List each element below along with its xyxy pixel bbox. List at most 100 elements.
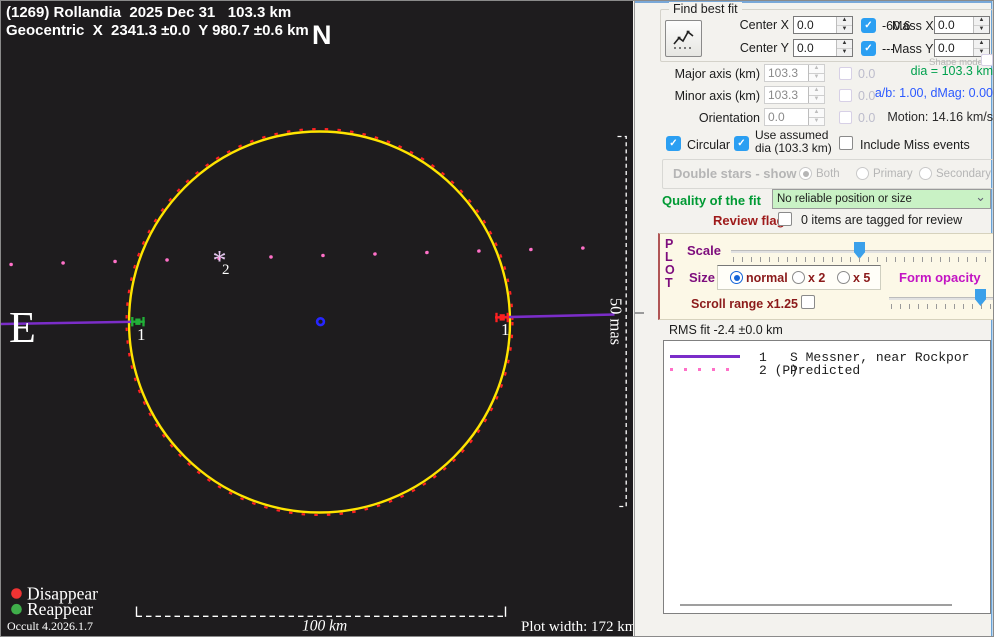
orientation-label: Orientation bbox=[698, 111, 760, 125]
center-x-spinner[interactable]: 0.0 ▲ ▼ bbox=[793, 16, 853, 34]
mass-x-spinner[interactable]: 0.0 ▲ ▼ bbox=[934, 16, 990, 34]
plot-letter-t: T bbox=[665, 276, 673, 290]
spin-down-icon[interactable]: ▼ bbox=[974, 24, 989, 33]
size-x2-radio[interactable] bbox=[792, 271, 805, 284]
use-assumed-dia-label: Use assumed dia (103.3 km) bbox=[755, 128, 832, 155]
chord-style-swatch-solid bbox=[670, 355, 740, 358]
observation-name: Predicted bbox=[790, 363, 861, 378]
size-normal-radio[interactable] bbox=[730, 271, 743, 284]
mas-scale-label: 50 mas bbox=[607, 298, 626, 345]
review-flags-checkbox[interactable] bbox=[778, 212, 792, 226]
rms-fit-label: RMS fit -2.4 ±0.0 km bbox=[669, 323, 783, 337]
spin-up-icon[interactable]: ▲ bbox=[837, 17, 852, 25]
center-y-label: Center Y bbox=[739, 41, 789, 55]
find-best-fit-button[interactable] bbox=[665, 20, 702, 57]
reappear-legend-label: Reappear bbox=[27, 599, 93, 619]
orientation-fit-checkbox bbox=[839, 111, 852, 124]
north-label: N bbox=[312, 20, 332, 50]
spin-up-icon[interactable]: ▲ bbox=[974, 40, 989, 48]
fit-control-panel: Find best fit Center X 0.0 ▲ ▼ ✓ -60.6 Ma… bbox=[634, 1, 993, 636]
scale-label: Scale bbox=[687, 243, 721, 258]
check-icon: ✓ bbox=[864, 43, 873, 54]
scale-slider-ticks bbox=[733, 257, 991, 262]
spin-up-icon: ▲ bbox=[809, 87, 824, 95]
major-axis-spinner: 103.3 ▲ ▼ bbox=[764, 64, 825, 82]
axis-ratio-text: a/b: 1.00, dMag: 0.00 bbox=[874, 86, 993, 100]
predicted-track-label: 2 bbox=[222, 262, 230, 278]
diameter-text: dia = 103.3 km bbox=[910, 64, 993, 78]
size-normal-label: normal bbox=[746, 271, 788, 285]
chord1-right-label: 1 bbox=[501, 320, 510, 339]
use-assumed-dia-checkbox[interactable]: ✓ bbox=[734, 136, 749, 151]
review-flags-text: 0 items are tagged for review bbox=[801, 213, 963, 227]
mass-y-label: Mass Y bbox=[892, 42, 934, 56]
fit-chart-icon bbox=[672, 30, 693, 49]
double-stars-primary-radio bbox=[856, 167, 869, 180]
opacity-slider-ticks bbox=[891, 304, 991, 309]
splitter-grip[interactable] bbox=[635, 312, 644, 314]
spin-up-icon[interactable]: ▲ bbox=[837, 40, 852, 48]
plot-canvas[interactable]: 1 1 * 2 N E 50 mas 100 km Plot width: 17… bbox=[1, 1, 633, 637]
check-icon: ✓ bbox=[669, 138, 678, 149]
list-divider bbox=[680, 604, 952, 606]
size-x5-label: x 5 bbox=[853, 271, 871, 285]
occultation-plot-area[interactable]: 1 1 * 2 N E 50 mas 100 km Plot width: 17… bbox=[1, 1, 633, 637]
observation-list[interactable]: 1 S Messner, near Rockpor 2 (P) Predicte… bbox=[663, 340, 991, 614]
quality-of-fit-dropdown[interactable]: No reliable position or size ⌄ bbox=[772, 189, 991, 209]
double-stars-secondary-radio bbox=[919, 167, 932, 180]
plot-letter-o: O bbox=[665, 263, 675, 277]
minor-axis-label: Minor axis (km) bbox=[674, 89, 760, 103]
double-stars-secondary-label: Secondary bbox=[936, 168, 991, 180]
minor-axis-fit-checkbox bbox=[839, 89, 852, 102]
fit-y-checkbox[interactable]: ✓ bbox=[861, 41, 876, 56]
scale-bar-label: 100 km bbox=[302, 618, 347, 635]
spin-up-icon: ▲ bbox=[809, 109, 824, 117]
spin-down-icon: ▼ bbox=[809, 94, 824, 103]
check-icon: ✓ bbox=[864, 20, 873, 31]
scroll-range-checkbox[interactable] bbox=[801, 295, 815, 309]
check-icon: ✓ bbox=[737, 138, 746, 149]
chevron-down-icon: ⌄ bbox=[975, 189, 986, 204]
major-axis-fit-checkbox bbox=[839, 67, 852, 80]
size-radio-group: normal x 2 x 5 bbox=[717, 265, 881, 290]
double-stars-group: Double stars - show Both Primary Seconda… bbox=[662, 159, 993, 189]
chord1-right-segment bbox=[498, 313, 615, 319]
body-center-dot bbox=[315, 317, 326, 327]
center-x-label: Center X bbox=[739, 18, 789, 32]
find-best-fit-group: Find best fit Center X 0.0 ▲ ▼ ✓ -60.6 Ma… bbox=[660, 2, 993, 62]
include-miss-label: Include Miss events bbox=[860, 138, 970, 152]
quality-of-fit-label: Quality of the fit bbox=[662, 193, 761, 208]
plot-letter-p: P bbox=[665, 237, 674, 251]
major-axis-label: Major axis (km) bbox=[674, 67, 760, 81]
double-stars-primary-label: Primary bbox=[873, 168, 913, 180]
fit-x-checkbox[interactable]: ✓ bbox=[861, 18, 876, 33]
spin-down-icon[interactable]: ▼ bbox=[837, 24, 852, 33]
spin-down-icon[interactable]: ▼ bbox=[837, 47, 852, 56]
motion-text: Motion: 14.16 km/s bbox=[887, 110, 993, 124]
reappear-legend-dot bbox=[11, 603, 22, 615]
double-stars-both-label: Both bbox=[816, 168, 840, 180]
size-x5-radio[interactable] bbox=[837, 271, 850, 284]
double-stars-both-radio bbox=[799, 167, 812, 180]
observation-row[interactable]: 2 (P) Predicted bbox=[664, 363, 990, 378]
mass-x-label: Mass X bbox=[892, 19, 934, 33]
plot-letter-l: L bbox=[665, 250, 673, 264]
plot-width-label: Plot width: 172 km bbox=[521, 619, 633, 635]
include-miss-checkbox[interactable] bbox=[839, 136, 853, 150]
spin-down-icon: ▼ bbox=[809, 72, 824, 81]
form-opacity-label: Form opacity bbox=[899, 270, 981, 285]
minor-axis-spinner: 103.3 ▲ ▼ bbox=[764, 86, 825, 104]
plot-title-line1: (1269) Rollandia 2025 Dec 31 103.3 km bbox=[6, 4, 292, 21]
observation-row[interactable]: 1 S Messner, near Rockpor bbox=[664, 350, 990, 365]
circular-checkbox[interactable]: ✓ bbox=[666, 136, 681, 151]
disappear-legend-dot bbox=[11, 588, 22, 599]
version-label: Occult 4.2026.1.7 bbox=[7, 619, 93, 633]
spin-down-icon: ▼ bbox=[809, 116, 824, 125]
chord-style-swatch-dotted bbox=[670, 368, 740, 371]
asteroid-limb-circle bbox=[127, 130, 512, 514]
spin-up-icon[interactable]: ▲ bbox=[974, 17, 989, 25]
orientation-spinner: 0.0 ▲ ▼ bbox=[764, 108, 825, 126]
size-x2-label: x 2 bbox=[808, 271, 826, 285]
quality-of-fit-value: No reliable position or size bbox=[777, 193, 912, 205]
center-y-spinner[interactable]: 0.0 ▲ ▼ bbox=[793, 39, 853, 57]
